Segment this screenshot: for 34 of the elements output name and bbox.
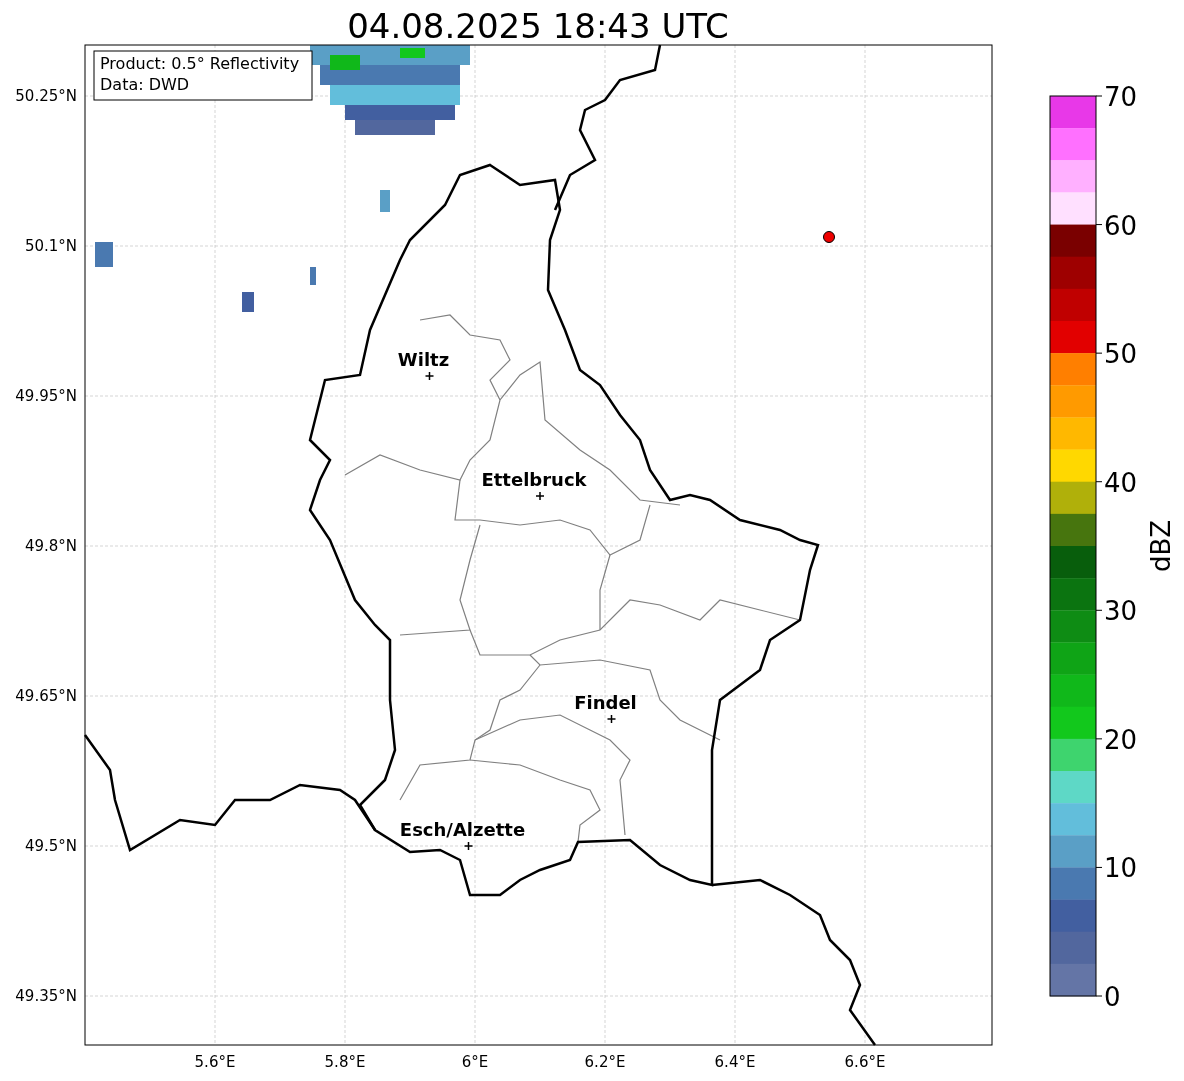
city-label: Wiltz — [397, 349, 450, 370]
marker-dot — [823, 231, 835, 243]
colorbar-label: dBZ — [1146, 519, 1176, 573]
latitude-label: 49.35°N — [15, 987, 77, 1005]
longitude-label: 5.8°E — [324, 1053, 366, 1071]
latitude-label: 49.95°N — [15, 387, 77, 405]
city-marker-icon — [424, 371, 435, 381]
city-label: Findel — [574, 692, 637, 713]
latitude-label: 49.65°N — [15, 687, 77, 705]
latitude-label: 49.5°N — [24, 837, 77, 855]
longitude-label: 6.4°E — [714, 1053, 756, 1071]
info-text: Product: 0.5° Reflectivity — [100, 54, 300, 73]
city-marker-icon — [606, 714, 617, 724]
latitude-label: 50.1°N — [24, 237, 77, 255]
city-marker-icon — [463, 841, 474, 851]
latitude-label: 50.25°N — [15, 87, 77, 105]
latitude-label: 49.8°N — [24, 537, 77, 555]
longitude-label: 6.6°E — [844, 1053, 886, 1071]
colorbar-tick-label: 60 — [1104, 210, 1138, 241]
city-marker-icon — [535, 491, 545, 501]
longitude-label: 6°E — [461, 1053, 489, 1071]
longitude-label: 5.6°E — [194, 1053, 236, 1071]
colorbar-tick-label: 50 — [1104, 339, 1138, 370]
city-label: Ettelbruck — [481, 469, 587, 490]
colorbar-tick-label: 10 — [1104, 853, 1138, 884]
info-text: Data: DWD — [100, 75, 190, 94]
city-label: Esch/Alzette — [399, 819, 526, 840]
colorbar-tick-label: 70 — [1104, 82, 1138, 112]
colorbar-tick-label: 30 — [1104, 596, 1138, 627]
colorbar-tick-label: 0 — [1104, 982, 1121, 1012]
colorbar-tick-label: 40 — [1104, 467, 1138, 498]
chart-title: 04.08.2025 18:43 UTC — [347, 6, 729, 46]
colorbar-tick-label: 20 — [1104, 724, 1138, 755]
longitude-label: 6.2°E — [584, 1053, 626, 1071]
